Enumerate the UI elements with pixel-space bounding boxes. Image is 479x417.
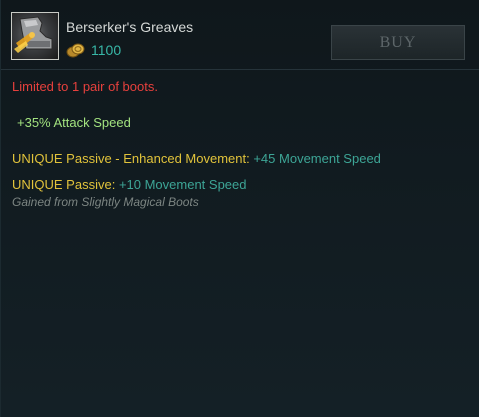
item-cost: 1100 (66, 41, 121, 59)
greaves-item-icon (11, 12, 59, 60)
passive-enhanced-movement: UNIQUE Passive - Enhanced Movement: +45 … (12, 151, 381, 166)
item-cost-value: 1100 (91, 42, 122, 58)
item-header: Berserker's Greaves 1100 BUY (1, 0, 479, 70)
gold-coins-icon (66, 42, 86, 58)
passive-movement: UNIQUE Passive: +10 Movement Speed (12, 177, 247, 192)
boots-limit-warning: Limited to 1 pair of boots. (12, 79, 158, 94)
item-tooltip-panel: Berserker's Greaves 1100 BUY Limited to … (0, 0, 479, 417)
passive-source-note: Gained from Slightly Magical Boots (12, 195, 199, 209)
buy-button[interactable]: BUY (331, 25, 465, 60)
attack-speed-stat: +35% Attack Speed (17, 115, 131, 130)
passive-value: +45 Movement Speed (253, 151, 381, 166)
item-name: Berserker's Greaves (66, 19, 194, 35)
passive-label: UNIQUE Passive: (12, 177, 116, 192)
header-divider (1, 69, 479, 70)
passive-value: +10 Movement Speed (118, 177, 247, 192)
passive-label: UNIQUE Passive - Enhanced Movement: (12, 151, 250, 166)
